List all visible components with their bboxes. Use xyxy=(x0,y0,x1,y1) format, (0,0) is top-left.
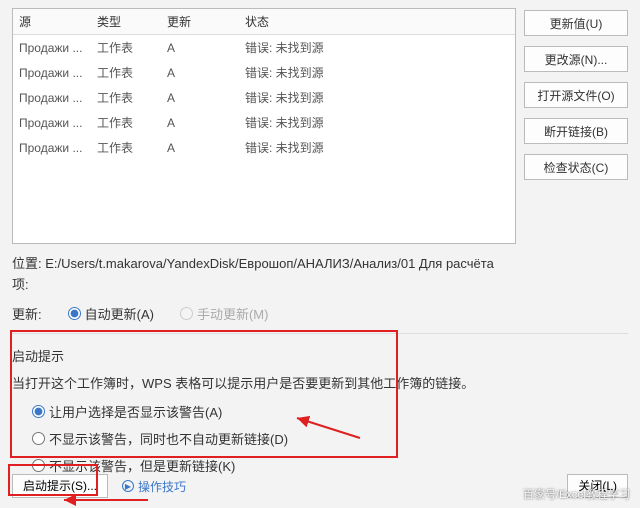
location-label: 位置: xyxy=(12,256,42,271)
cell-type: 工作表 xyxy=(91,35,161,61)
cell-status: 错误: 未找到源 xyxy=(239,110,515,135)
cell-source: Продажи ... xyxy=(13,35,91,61)
play-icon: ▶ xyxy=(122,480,134,492)
item-label: 项: xyxy=(12,277,29,292)
links-table[interactable]: 源 类型 更新 状态 Продажи ...工作表A错误: 未找到源Продаж… xyxy=(13,9,515,160)
startup-options: 让用户选择是否显示该警告(A) 不显示该警告，同时也不自动更新链接(D) 不显示… xyxy=(12,402,628,475)
side-buttons: 更新值(U) 更改源(N)... 打开源文件(O) 断开链接(B) 检查状态(C… xyxy=(524,8,628,244)
cell-status: 错误: 未找到源 xyxy=(239,85,515,110)
separator xyxy=(12,333,628,334)
check-status-button[interactable]: 检查状态(C) xyxy=(524,154,628,180)
startup-group: 启动提示 当打开这个工作簿时，WPS 表格可以提示用户是否要更新到其他工作簿的链… xyxy=(12,342,628,477)
update-manual-label: 手动更新(M) xyxy=(197,304,269,323)
table-row[interactable]: Продажи ...工作表A错误: 未找到源 xyxy=(13,110,515,135)
open-source-button[interactable]: 打开源文件(O) xyxy=(524,82,628,108)
table-row[interactable]: Продажи ...工作表A错误: 未找到源 xyxy=(13,60,515,85)
table-row[interactable]: Продажи ...工作表A错误: 未找到源 xyxy=(13,135,515,160)
location-block: 位置: E:/Users/t.makarova/YandexDisk/Еврош… xyxy=(12,254,628,296)
close-button[interactable]: 关闭(L) xyxy=(567,474,628,498)
startup-opt-ask[interactable]: 让用户选择是否显示该警告(A) xyxy=(32,402,628,421)
update-auto-radio[interactable] xyxy=(68,307,81,320)
cell-source: Продажи ... xyxy=(13,135,91,160)
cell-update: A xyxy=(161,85,239,110)
table-row[interactable]: Продажи ...工作表A错误: 未找到源 xyxy=(13,85,515,110)
startup-ask-label: 让用户选择是否显示该警告(A) xyxy=(49,402,222,421)
cell-update: A xyxy=(161,35,239,61)
tips-link[interactable]: ▶ 操作技巧 xyxy=(122,478,186,495)
startup-update-radio[interactable] xyxy=(32,459,45,472)
update-auto-option[interactable]: 自动更新(A) xyxy=(68,304,154,323)
cell-type: 工作表 xyxy=(91,60,161,85)
break-link-button[interactable]: 断开链接(B) xyxy=(524,118,628,144)
cell-status: 错误: 未找到源 xyxy=(239,35,515,61)
startup-ask-radio[interactable] xyxy=(32,405,45,418)
update-mode-row: 更新: 自动更新(A) 手动更新(M) xyxy=(12,304,628,323)
cell-type: 工作表 xyxy=(91,85,161,110)
cell-source: Продажи ... xyxy=(13,85,91,110)
cell-type: 工作表 xyxy=(91,135,161,160)
cell-source: Продажи ... xyxy=(13,110,91,135)
startup-noupdate-radio[interactable] xyxy=(32,432,45,445)
col-status[interactable]: 状态 xyxy=(239,9,515,35)
startup-opt-no-update[interactable]: 不显示该警告，同时也不自动更新链接(D) xyxy=(32,429,628,448)
col-type[interactable]: 类型 xyxy=(91,9,161,35)
location-path: E:/Users/t.makarova/YandexDisk/Еврошоп/А… xyxy=(45,256,494,271)
col-source[interactable]: 源 xyxy=(13,9,91,35)
startup-desc: 当打开这个工作簿时，WPS 表格可以提示用户是否要更新到其他工作簿的链接。 xyxy=(12,373,628,392)
startup-prompt-button[interactable]: 启动提示(S)... xyxy=(12,474,108,498)
cell-status: 错误: 未找到源 xyxy=(239,135,515,160)
table-row[interactable]: Продажи ...工作表A错误: 未找到源 xyxy=(13,35,515,61)
startup-noupdate-label: 不显示该警告，同时也不自动更新链接(D) xyxy=(49,429,288,448)
edit-links-dialog: 源 类型 更新 状态 Продажи ...工作表A错误: 未找到源Продаж… xyxy=(0,0,640,508)
upper-section: 源 类型 更新 状态 Продажи ...工作表A错误: 未找到源Продаж… xyxy=(12,8,628,244)
change-source-button[interactable]: 更改源(N)... xyxy=(524,46,628,72)
tips-label: 操作技巧 xyxy=(138,478,186,495)
update-manual-option: 手动更新(M) xyxy=(180,304,269,323)
cell-status: 错误: 未找到源 xyxy=(239,60,515,85)
cell-update: A xyxy=(161,110,239,135)
bottom-bar: 启动提示(S)... ▶ 操作技巧 关闭(L) xyxy=(12,474,628,498)
update-manual-radio xyxy=(180,307,193,320)
update-value-button[interactable]: 更新值(U) xyxy=(524,10,628,36)
cell-source: Продажи ... xyxy=(13,60,91,85)
cell-update: A xyxy=(161,135,239,160)
links-table-wrap: 源 类型 更新 状态 Продажи ...工作表A错误: 未找到源Продаж… xyxy=(12,8,516,244)
cell-update: A xyxy=(161,60,239,85)
startup-title: 启动提示 xyxy=(12,346,628,365)
col-update[interactable]: 更新 xyxy=(161,9,239,35)
startup-update-label: 不显示该警告，但是更新链接(K) xyxy=(49,456,235,475)
startup-opt-update[interactable]: 不显示该警告，但是更新链接(K) xyxy=(32,456,628,475)
links-tbody: Продажи ...工作表A错误: 未找到源Продажи ...工作表A错误… xyxy=(13,35,515,161)
update-auto-label: 自动更新(A) xyxy=(85,304,154,323)
update-label: 更新: xyxy=(12,304,42,323)
cell-type: 工作表 xyxy=(91,110,161,135)
